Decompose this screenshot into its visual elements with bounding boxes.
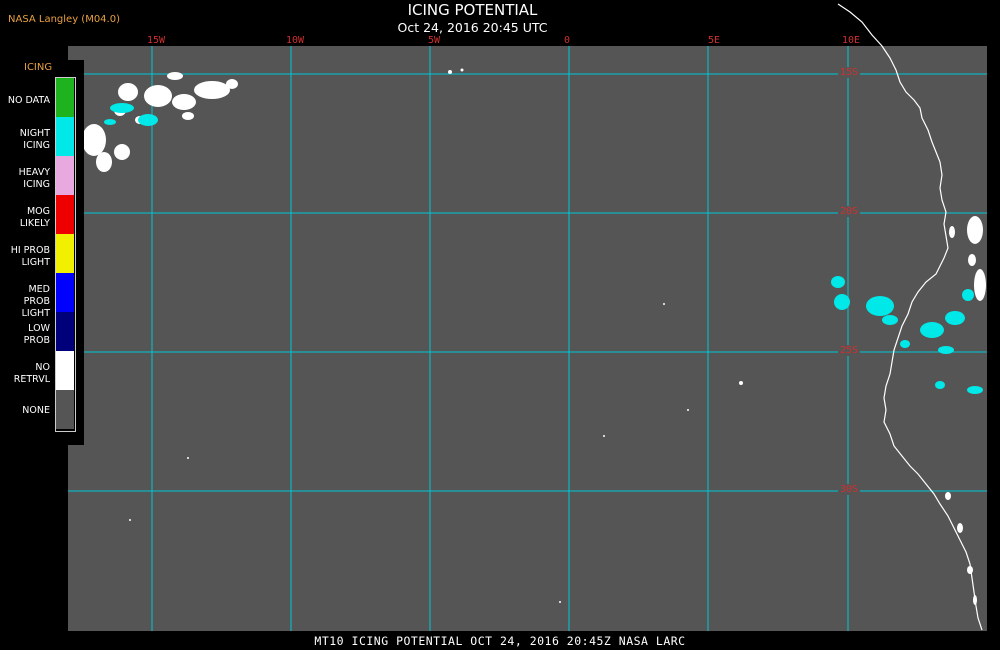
legend-label-hi-prob-light: HI PROB LIGHT (10, 245, 50, 268)
map-overlay (68, 3, 987, 631)
legend-label-no-retrvl: NO RETRVL (13, 362, 50, 385)
legend-label-night-icing: NIGHT ICING (19, 128, 50, 151)
lat-label-25s: 25S (838, 345, 861, 356)
legend-border (55, 77, 76, 432)
legend-label-no-data: NO DATA (7, 95, 50, 106)
latitude-grid (68, 73, 987, 492)
lon-label-0: 0 (563, 35, 571, 46)
no-retrieval-patches (82, 68, 986, 605)
lat-label-15s: 15S (838, 67, 861, 78)
legend-label-none: NONE (22, 405, 50, 416)
lon-label-10e: 10E (841, 35, 861, 46)
legend-title: ICING (24, 62, 53, 73)
legend-label-low-prob: LOW PROB (23, 323, 50, 346)
lat-label-30s: 30S (838, 484, 861, 495)
lon-label-10w: 10W (285, 35, 305, 46)
lat-label-20s: 20S (838, 206, 861, 217)
legend-label-heavy-icing: HEAVY ICING (18, 167, 50, 190)
lon-label-5e: 5E (707, 35, 721, 46)
lon-label-5w: 5W (427, 35, 441, 46)
legend-label-mog-likely: MOG LIKELY (19, 206, 50, 229)
map-timestamp: Oct 24, 2016 20:45 UTC (397, 20, 548, 35)
footer-caption: MT10 ICING POTENTIAL OCT 24, 2016 20:45Z… (314, 634, 686, 648)
longitude-grid (151, 46, 849, 631)
map-title: ICING POTENTIAL (407, 1, 538, 19)
lon-label-15w: 15W (146, 35, 166, 46)
legend-label-med-prob-light: MED PROB LIGHT (21, 284, 50, 319)
